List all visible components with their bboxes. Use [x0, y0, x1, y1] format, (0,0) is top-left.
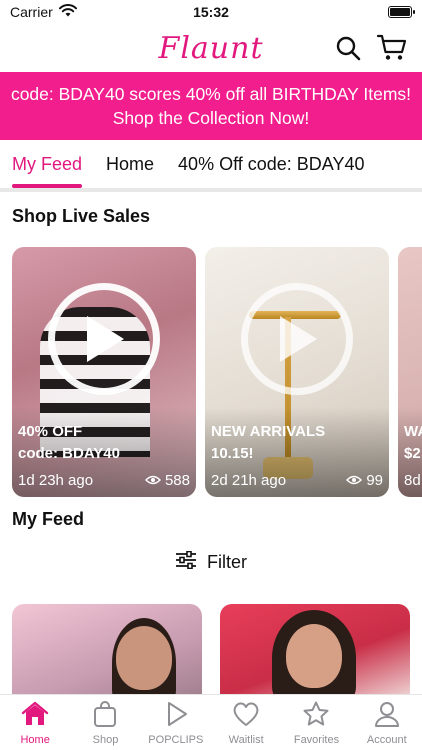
- promo-line-2: Shop the Collection Now!: [112, 108, 310, 128]
- feed-post-image: [286, 624, 342, 688]
- status-bar: Carrier 15:32: [0, 0, 422, 24]
- search-icon[interactable]: [332, 32, 364, 64]
- tab-bar-label: Home: [20, 734, 50, 746]
- feed-post-card[interactable]: [12, 604, 202, 704]
- star-icon: [302, 701, 330, 730]
- eye-icon: [346, 472, 363, 489]
- sliders-icon: [175, 550, 197, 574]
- tab-bar-home[interactable]: Home: [0, 695, 70, 750]
- wifi-icon: [58, 4, 77, 20]
- tab-bar-popclips[interactable]: POPCLIPS: [141, 695, 211, 750]
- live-sale-card[interactable]: WA $2 8d: [398, 247, 422, 497]
- card-meta: 2d 21h ago 99: [211, 472, 383, 489]
- filter-button[interactable]: Filter: [0, 548, 422, 576]
- tab-bar-label: Shop: [92, 734, 119, 746]
- tabs-fade: [362, 140, 422, 188]
- views-count: 588: [164, 472, 190, 489]
- feed-tabs: My Feed Home 40% Off code: BDAY40: [0, 140, 422, 192]
- play-icon[interactable]: [241, 283, 353, 395]
- card-title: 40% OFF code: BDAY40: [18, 423, 120, 462]
- tab-bar-label: Favorites: [293, 734, 340, 746]
- bottom-tab-bar: Home Shop POPCLIPS Waitlist Favorites Ac…: [0, 694, 422, 750]
- eye-icon: [144, 472, 161, 489]
- status-left: Carrier: [10, 4, 77, 20]
- my-feed-title: My Feed: [12, 509, 85, 529]
- promo-line-1: code: BDAY40 scores 40% off all BIRTHDAY…: [10, 84, 412, 104]
- card-meta: 1d 23h ago 588: [18, 472, 190, 489]
- live-sale-card[interactable]: NEW ARRIVALS 10.15! 2d 21h ago 99: [205, 247, 389, 497]
- card-meta: 8d: [404, 472, 422, 489]
- play-icon: [162, 701, 190, 730]
- card-views: 99: [346, 472, 383, 489]
- live-sales-title: Shop Live Sales: [12, 206, 151, 226]
- card-age: 1d 23h ago: [18, 472, 94, 489]
- tab-bar-shop[interactable]: Shop: [70, 695, 140, 750]
- tab-bday40[interactable]: 40% Off code: BDAY40: [166, 140, 376, 188]
- tab-bar-favorites[interactable]: Favorites: [281, 695, 351, 750]
- brand-logo[interactable]: Flaunt: [159, 31, 264, 66]
- card-views: 588: [144, 472, 190, 489]
- live-sale-card[interactable]: 40% OFF code: BDAY40 1d 23h ago 588: [12, 247, 196, 497]
- filter-label: Filter: [207, 551, 247, 572]
- home-icon: [21, 701, 49, 730]
- tab-home[interactable]: Home: [94, 140, 166, 188]
- live-sales-carousel[interactable]: 40% OFF code: BDAY40 1d 23h ago 588 NEW …: [12, 247, 422, 497]
- carrier-label: Carrier: [10, 4, 53, 20]
- tab-bar-label: POPCLIPS: [148, 734, 204, 746]
- tab-bar-waitlist[interactable]: Waitlist: [211, 695, 281, 750]
- tab-my-feed[interactable]: My Feed: [0, 140, 94, 188]
- cart-icon[interactable]: [376, 32, 408, 64]
- card-age: 8d: [404, 472, 421, 489]
- heart-icon: [232, 701, 260, 730]
- views-count: 99: [366, 472, 383, 489]
- tab-bar-label: Account: [366, 734, 407, 746]
- person-icon: [373, 701, 401, 730]
- tab-bar-label: Waitlist: [228, 734, 264, 746]
- feed-post-card[interactable]: [220, 604, 410, 704]
- card-title: WA $2: [404, 423, 422, 462]
- battery-icon: [388, 6, 415, 18]
- feed-post-image: [116, 626, 172, 690]
- promo-banner[interactable]: code: BDAY40 scores 40% off all BIRTHDAY…: [0, 72, 422, 140]
- play-icon[interactable]: [48, 283, 160, 395]
- card-age: 2d 21h ago: [211, 472, 287, 489]
- bag-icon: [91, 701, 119, 730]
- tab-bar-account[interactable]: Account: [352, 695, 422, 750]
- card-title: NEW ARRIVALS 10.15!: [211, 423, 326, 462]
- app-header: Flaunt: [0, 24, 422, 72]
- header-actions: [332, 32, 408, 64]
